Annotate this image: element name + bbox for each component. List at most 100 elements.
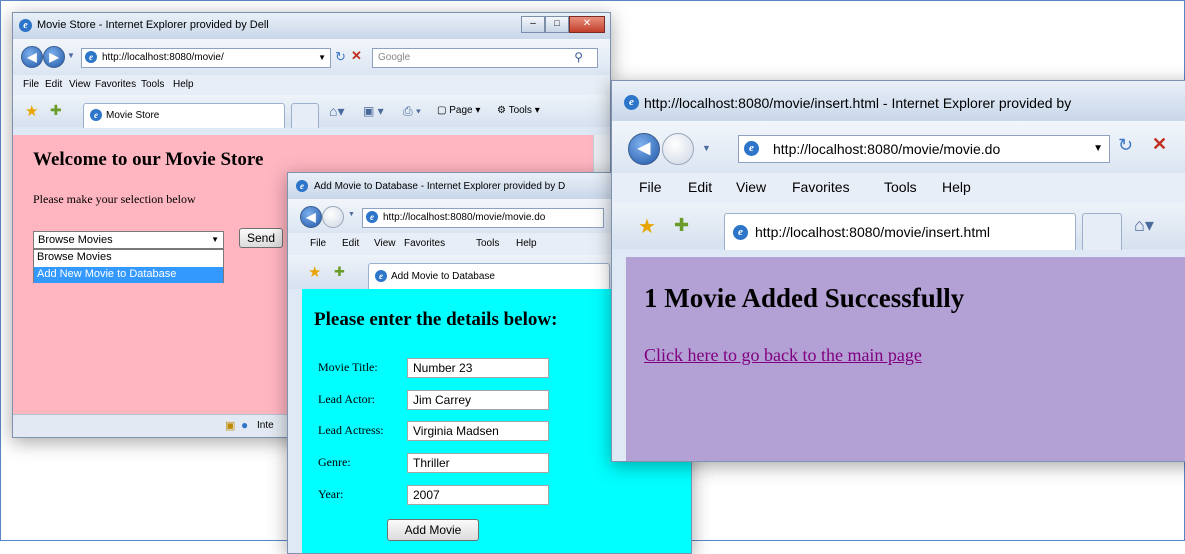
tab-label: Add Movie to Database <box>391 271 495 282</box>
refresh-icon[interactable]: ↻ <box>335 49 346 65</box>
favorites-star-icon[interactable]: ★ <box>25 102 38 120</box>
new-tab-button[interactable] <box>1082 213 1122 250</box>
tab-label: Movie Store <box>106 110 160 121</box>
forward-button[interactable] <box>662 133 694 165</box>
stop-icon[interactable]: ✕ <box>1152 134 1167 155</box>
tab-page-icon: e <box>733 225 748 240</box>
refresh-icon[interactable]: ↻ <box>1118 135 1133 156</box>
add-favorites-icon[interactable]: ✚ <box>50 102 62 119</box>
form-label-actress: Lead Actress: <box>318 423 384 437</box>
tab-bar: ★ ✚ e Movie Store ⌂▾ ▣ ▾ ⎙ ▾ ▢ Page ▾ ⚙ … <box>13 95 610 128</box>
close-button[interactable]: ✕ <box>569 16 605 33</box>
dropdown-value: Browse Movies <box>38 234 113 246</box>
minimize-button[interactable]: – <box>521 16 545 33</box>
search-icon[interactable]: ⚲ <box>574 50 583 64</box>
page-menu[interactable]: ▢ Page ▾ <box>437 105 480 116</box>
genre-input[interactable]: Thriller <box>407 453 549 473</box>
page-content: 1 Movie Added Successfully Click here to… <box>626 257 1185 461</box>
menu-item-edit[interactable]: Edit <box>342 238 359 249</box>
page-menu-label: Page <box>449 105 473 116</box>
menu-item-edit[interactable]: Edit <box>688 179 712 195</box>
tools-menu[interactable]: ⚙ Tools ▾ <box>497 105 540 116</box>
page-icon: e <box>85 51 97 63</box>
tab-movie-store[interactable]: e Movie Store <box>83 103 285 128</box>
menu-item-tools[interactable]: Tools <box>884 179 917 195</box>
home-icon[interactable]: ⌂▾ <box>329 103 344 120</box>
address-text: http://localhost:8080/movie/movie.do <box>383 212 546 223</box>
menu-item-favorites[interactable]: Favorites <box>404 238 445 249</box>
back-button[interactable]: ◀ <box>300 206 322 228</box>
title-bar: e Movie Store - Internet Explorer provid… <box>13 13 610 39</box>
chevron-down-icon: ▼ <box>211 235 219 244</box>
feeds-icon[interactable]: ▣ ▾ <box>363 104 384 118</box>
form-label-genre: Genre: <box>318 455 351 469</box>
movie-title-input[interactable]: Number 23 <box>407 358 549 378</box>
menu-item-edit[interactable]: Edit <box>45 79 62 90</box>
navigation-bar: ◀ ▶ ▼ e http://localhost:8080/movie/ ▼ ↻… <box>13 39 610 75</box>
address-bar[interactable]: e http://localhost:8080/movie/movie.do ▼ <box>738 135 1110 163</box>
tab-add-movie[interactable]: e Add Movie to Database <box>368 263 610 290</box>
lead-actress-input[interactable]: Virginia Madsen <box>407 421 549 441</box>
dropdown-option[interactable]: Browse Movies <box>34 250 223 267</box>
dropdown-option-selected[interactable]: Add New Movie to Database <box>34 267 223 283</box>
movie-added-window: e http://localhost:8080/movie/insert.htm… <box>611 80 1185 462</box>
window-title: http://localhost:8080/movie/insert.html … <box>644 95 1072 111</box>
send-button[interactable]: Send <box>239 228 283 248</box>
maximize-button[interactable]: □ <box>545 16 569 33</box>
menu-item-tools[interactable]: Tools <box>476 238 499 249</box>
search-input[interactable]: Google ⚲ <box>372 48 598 68</box>
menu-bar: File Edit View Favorites Tools Help <box>612 173 1185 203</box>
dropdown-icon[interactable]: ▼ <box>1093 143 1103 154</box>
favorites-star-icon[interactable]: ★ <box>638 214 656 239</box>
menu-item-favorites[interactable]: Favorites <box>792 179 850 195</box>
year-input[interactable]: 2007 <box>407 485 549 505</box>
menu-item-favorites[interactable]: Favorites <box>95 79 136 90</box>
forward-button[interactable] <box>322 206 344 228</box>
chevron-down-icon[interactable]: ▼ <box>348 211 355 218</box>
add-favorites-icon[interactable]: ✚ <box>674 215 689 236</box>
globe-icon: ● <box>241 418 249 432</box>
back-button[interactable]: ◀ <box>21 46 43 68</box>
menu-item-file[interactable]: File <box>310 238 326 249</box>
print-icon[interactable]: ⎙ ▾ <box>403 104 421 119</box>
address-text: http://localhost:8080/movie/movie.do <box>773 141 1001 157</box>
new-tab-button[interactable] <box>291 103 319 128</box>
menu-item-view[interactable]: View <box>69 79 91 90</box>
back-button[interactable]: ◀ <box>628 133 660 165</box>
page-icon: e <box>744 141 759 156</box>
menu-item-help[interactable]: Help <box>173 79 194 90</box>
menu-item-view[interactable]: View <box>374 238 396 249</box>
tab-label: http://localhost:8080/movie/insert.html <box>755 224 991 240</box>
address-text: http://localhost:8080/movie/ <box>102 52 224 63</box>
lead-actor-input[interactable]: Jim Carrey <box>407 390 549 410</box>
chevron-down-icon[interactable]: ▼ <box>702 143 711 153</box>
add-movie-button[interactable]: Add Movie <box>387 519 479 541</box>
menu-item-file[interactable]: File <box>23 79 39 90</box>
menu-item-tools[interactable]: Tools <box>141 79 164 90</box>
add-favorites-icon[interactable]: ✚ <box>334 264 345 280</box>
favorites-star-icon[interactable]: ★ <box>308 263 321 281</box>
menu-bar: File Edit View Favorites Tools Help <box>13 75 610 95</box>
selection-dropdown[interactable]: Browse Movies ▼ <box>33 231 224 249</box>
ie-logo-icon: e <box>296 180 308 192</box>
navigation-bar: ◀ ▼ e http://localhost:8080/movie/movie.… <box>612 121 1185 173</box>
tab-insert-page[interactable]: e http://localhost:8080/movie/insert.htm… <box>724 213 1076 250</box>
success-heading: 1 Movie Added Successfully <box>644 283 965 313</box>
form-heading: Please enter the details below: <box>314 309 558 330</box>
stop-icon[interactable]: ✕ <box>351 48 362 64</box>
menu-item-view[interactable]: View <box>736 179 766 195</box>
forward-button[interactable]: ▶ <box>43 46 65 68</box>
address-bar[interactable]: e http://localhost:8080/movie/ ▼ <box>81 48 331 68</box>
tab-page-icon: e <box>90 109 102 121</box>
dropdown-icon[interactable]: ▼ <box>318 53 326 62</box>
page-heading: Welcome to our Movie Store <box>33 149 264 170</box>
chevron-down-icon[interactable]: ▼ <box>67 51 75 60</box>
menu-item-file[interactable]: File <box>639 179 662 195</box>
form-label-actor: Lead Actor: <box>318 392 375 406</box>
home-icon[interactable]: ⌂▾ <box>1134 215 1154 236</box>
menu-item-help[interactable]: Help <box>516 238 537 249</box>
address-bar[interactable]: e http://localhost:8080/movie/movie.do <box>362 208 604 228</box>
ie-logo-icon: e <box>624 95 639 110</box>
back-to-main-link[interactable]: Click here to go back to the main page <box>644 345 922 366</box>
menu-item-help[interactable]: Help <box>942 179 971 195</box>
